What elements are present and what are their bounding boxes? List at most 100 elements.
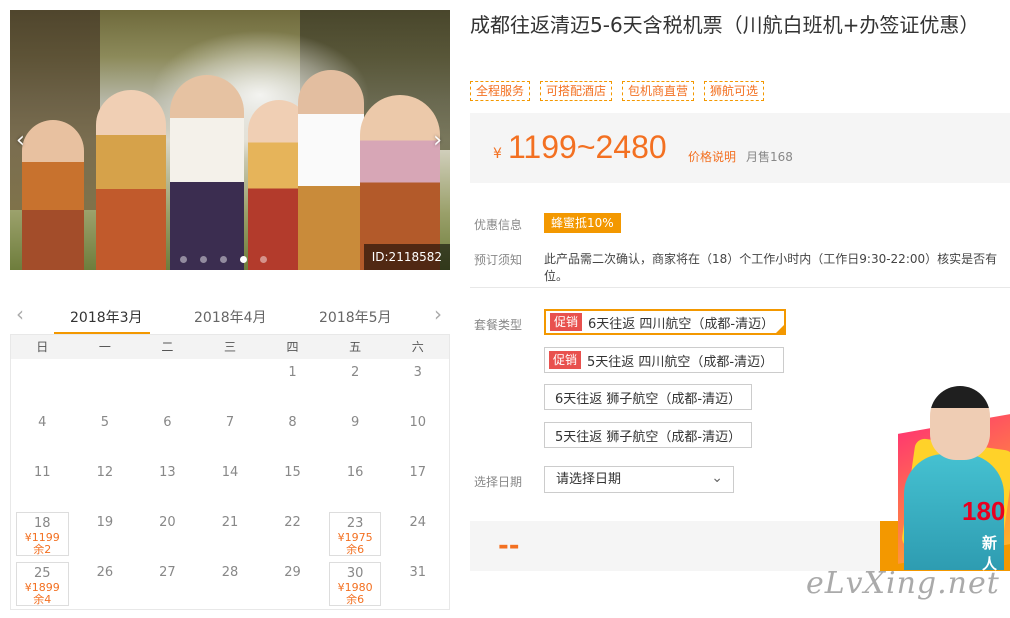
weekday-label: 六 (411, 340, 424, 354)
gallery-next-icon[interactable]: › (433, 128, 442, 153)
weekday-label: 二 (161, 340, 174, 354)
day-number: 15 (284, 465, 301, 480)
calendar-day: 1 (261, 359, 324, 409)
calendar-tab-month-3[interactable]: 2018年5月 (319, 307, 392, 327)
day-number: 5 (100, 415, 109, 430)
day-remaining: 余6 (346, 543, 365, 556)
day-number: 22 (284, 515, 301, 530)
gallery-dots (180, 256, 267, 263)
price-explain-link[interactable]: 价格说明 (688, 148, 736, 165)
calendar-header: ‹ 2018年3月 2018年4月 2018年5月 › (10, 296, 450, 334)
calendar-next-icon[interactable]: › (434, 302, 442, 326)
calendar-day: 17 (386, 459, 449, 509)
service-tag: 全程服务 (470, 81, 531, 101)
day-number: 26 (96, 565, 114, 580)
calendar-day: 16 (324, 459, 387, 509)
day-number: 31 (409, 565, 426, 580)
calendar-day: 29 (261, 559, 324, 609)
day-number: 30 (346, 566, 364, 581)
package-option[interactable]: 促销 5天往返 四川航空（成都-清迈） (544, 347, 785, 373)
day-number: 20 (159, 515, 176, 530)
photo-person (170, 75, 244, 270)
package-option[interactable]: 5天往返 狮子航空（成都-清迈） (544, 422, 753, 448)
gallery-dot[interactable] (200, 256, 207, 263)
calendar-day: 5 (74, 409, 137, 459)
calendar-tab-month-2[interactable]: 2018年4月 (194, 307, 267, 327)
photo-person (298, 70, 364, 270)
calendar-day: 15 (261, 459, 324, 509)
promo-person-face (930, 386, 990, 460)
photo-person (96, 90, 166, 270)
day-number: 27 (159, 565, 176, 580)
day-number: 13 (159, 465, 176, 480)
weekday-label: 四 (286, 340, 299, 354)
calendar-prev-icon[interactable]: ‹ (16, 302, 24, 326)
price-range: 1199~2480 (508, 129, 667, 165)
product-photo[interactable]: ‹ › ID:2118582 (10, 10, 450, 270)
selected-corner-icon (776, 325, 785, 333)
promo-banner[interactable]: 180 新人 (878, 384, 1010, 573)
price-currency: ¥ (493, 146, 502, 162)
calendar-day (136, 359, 199, 409)
calendar-day: 9 (324, 409, 387, 459)
calendar-day: 14 (199, 459, 262, 509)
monthly-sales: 月售168 (746, 150, 793, 164)
day-number: 17 (409, 465, 426, 480)
photo-person (22, 120, 84, 270)
package-option[interactable]: 6天往返 狮子航空（成都-清迈） (544, 384, 753, 410)
price-panel: ¥ 1199~2480 价格说明 月售168 (470, 113, 1010, 183)
promo-badge: 促销 (550, 313, 583, 331)
day-number: 14 (221, 465, 239, 480)
calendar-day: 20 (136, 509, 199, 559)
gallery-dot[interactable] (220, 256, 227, 263)
calendar-day (11, 359, 74, 409)
day-number: 16 (346, 465, 364, 480)
notice-text: 此产品需二次确认，商家将在（18）个工作小时内（工作日9:30-22:00）核实… (544, 252, 998, 283)
calendar-day (199, 359, 262, 409)
calendar-day-available[interactable]: 23 ¥1975 余6 (328, 512, 382, 556)
day-remaining: 余4 (33, 593, 52, 606)
calendar-day: 24 (386, 509, 449, 559)
service-tags: 全程服务 可搭配酒店 包机商直营 狮航可选 (470, 81, 765, 101)
day-number: 18 (34, 516, 51, 531)
weekday-header: 日一二三四五六 (11, 335, 449, 359)
calendar-day-available[interactable]: 25 ¥1899 余4 (16, 562, 69, 606)
section-divider (470, 287, 1010, 288)
calendar-day-available[interactable]: 30 ¥1980 余6 (328, 562, 382, 606)
date-select[interactable]: 请选择日期 ⌄ (544, 466, 734, 493)
calendar-days: 1 2 3 4 5 6 7 8 9 10 11 12 13 14 15 16 17 18 ¥1199 余2 19 20 21… (11, 359, 449, 609)
calendar-grid: 日一二三四五六 1 2 3 4 5 6 7 8 9 10 11 12 13 14 15 16 17 18 ¥1199… (10, 334, 450, 610)
calendar-day: 2 (324, 359, 387, 409)
day-number: 29 (284, 565, 301, 580)
weekday-label: 一 (98, 340, 111, 354)
calendar-day: 28 (199, 559, 262, 609)
calendar-day: 22 (261, 509, 324, 559)
weekday-label: 日 (36, 340, 49, 354)
weekday-label: 五 (349, 340, 362, 354)
package-label: 套餐类型 (474, 318, 523, 332)
day-number: 7 (225, 415, 235, 430)
day-remaining: 余2 (33, 543, 52, 556)
day-number: 1 (288, 365, 297, 380)
calendar-day: 27 (136, 559, 199, 609)
day-number: 23 (346, 516, 364, 531)
service-tag: 可搭配酒店 (540, 81, 613, 101)
package-option[interactable]: 促销 6天往返 四川航空（成都-清迈） (544, 309, 787, 335)
watermark: eLvXing.net (806, 566, 1000, 601)
gallery-dot[interactable] (240, 256, 247, 263)
notice-label: 预订须知 (474, 253, 523, 267)
day-number: 6 (163, 415, 172, 430)
day-number: 3 (413, 365, 422, 380)
package-option-label: 5天往返 四川航空（成都-清迈） (587, 354, 774, 370)
discount-badge: 蜂蜜抵10% (544, 213, 621, 233)
gallery-prev-icon[interactable]: ‹ (16, 128, 25, 153)
calendar-day: 6 (136, 409, 199, 459)
calendar-day-available[interactable]: 18 ¥1199 余2 (16, 512, 69, 556)
gallery-dot[interactable] (180, 256, 187, 263)
calendar-tab-month-1[interactable]: 2018年3月 (70, 307, 143, 327)
day-number: 8 (288, 415, 297, 430)
calendar-day: 3 (386, 359, 449, 409)
package-option-label: 6天往返 四川航空（成都-清迈） (588, 316, 775, 332)
calendar-day: 21 (199, 509, 262, 559)
gallery-dot[interactable] (260, 256, 267, 263)
